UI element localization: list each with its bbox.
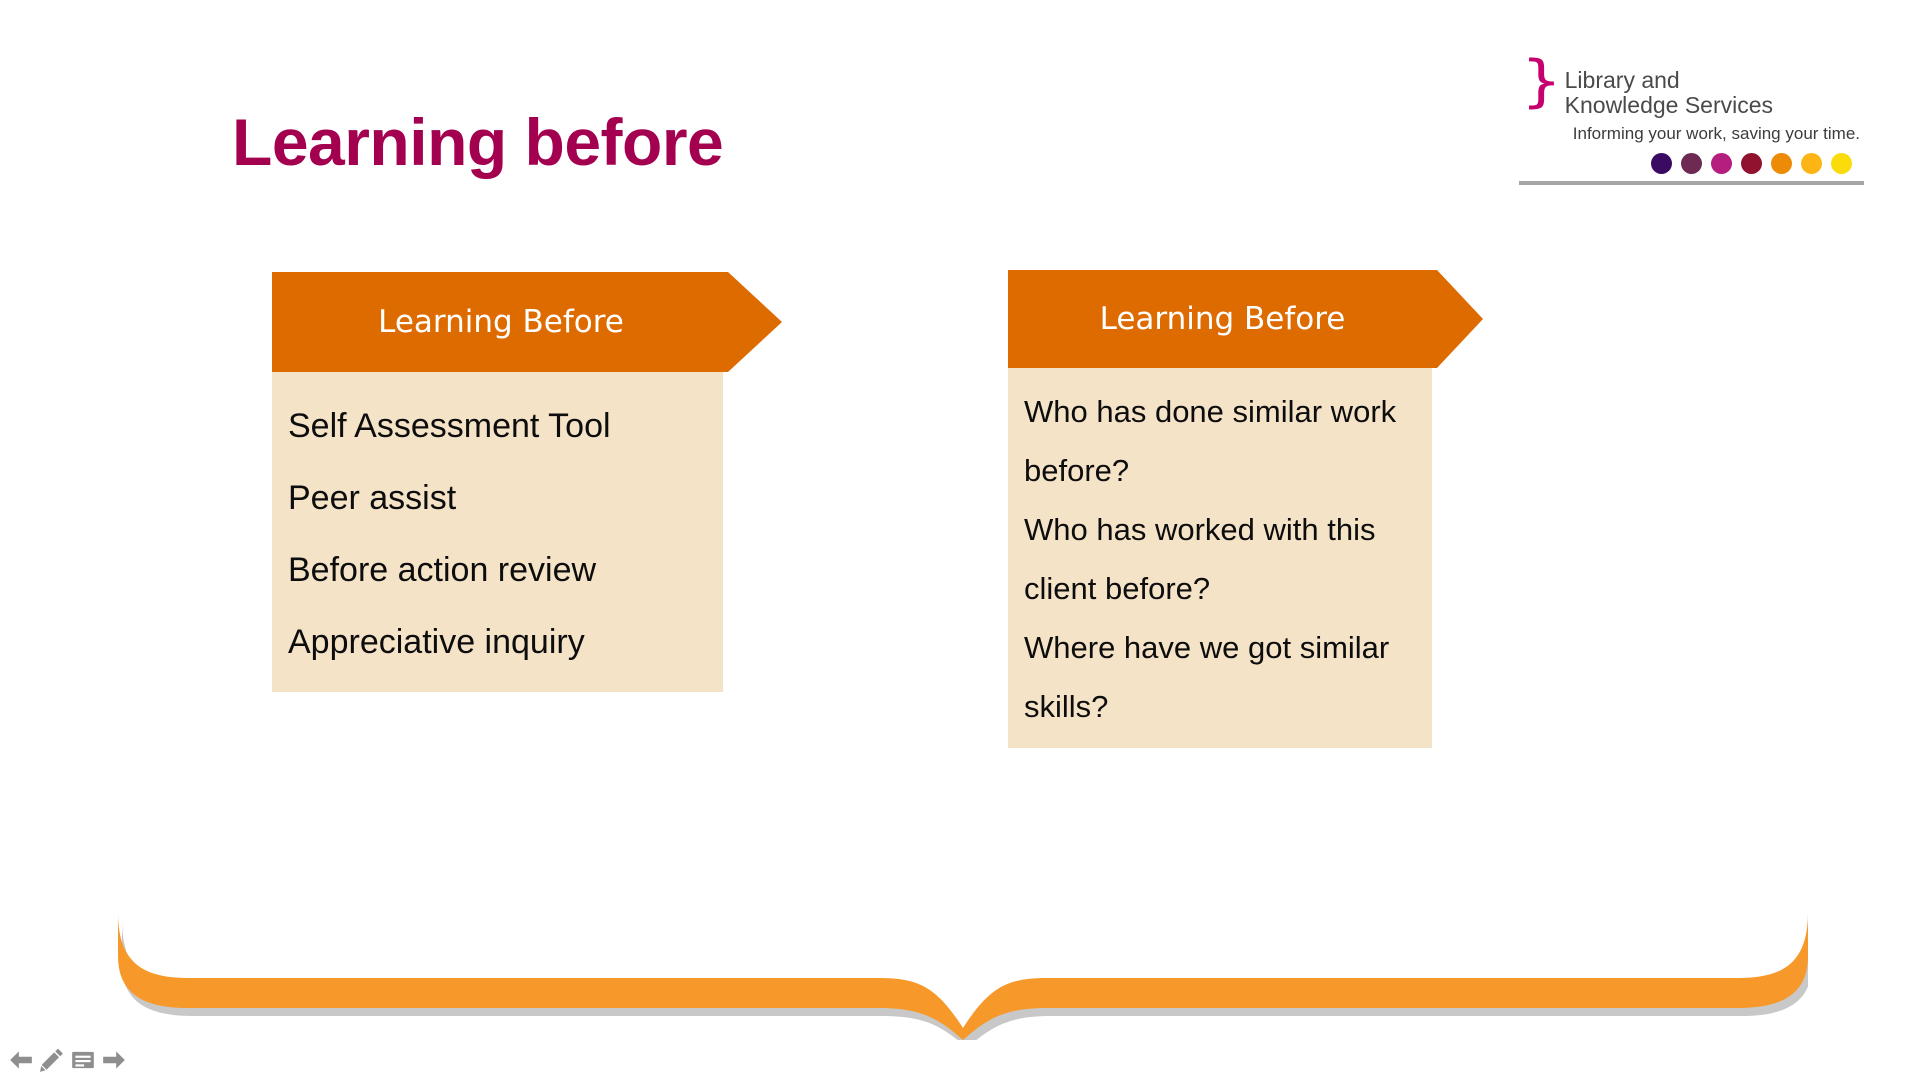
list-item: Who has worked with this (1024, 512, 1376, 547)
previous-slide-arrow-icon[interactable] (8, 1047, 34, 1073)
notes-icon[interactable] (70, 1047, 96, 1073)
decorative-banner (118, 912, 1812, 1048)
logo-tagline: Informing your work, saving your time. (1572, 124, 1860, 143)
logo-name-line-2: Knowledge Services (1564, 92, 1774, 118)
card-header-chevron: Learning Before (1008, 270, 1483, 368)
dot-plum (1681, 153, 1702, 174)
pencil-annotate-icon[interactable] (39, 1047, 65, 1073)
logo-divider-rule (1519, 181, 1864, 185)
list-item: Where have we got similar (1024, 630, 1390, 665)
page-title: Learning before (232, 105, 724, 179)
list-item: before? (1024, 453, 1130, 488)
dot-magenta (1711, 153, 1732, 174)
list-item: Who has done similar work (1024, 394, 1397, 429)
chevron-card-learning-before-questions: Learning Before Who has done similar wor… (1008, 270, 1483, 748)
list-item: client before? (1024, 571, 1211, 606)
card-body: Self Assessment Tool Peer assist Before … (272, 372, 723, 692)
logo-name-line-1: Library and (1564, 67, 1680, 93)
banner-shape (118, 912, 1812, 1048)
dot-dark-purple (1651, 153, 1672, 174)
logo-lockup: } Library and Knowledge Services (1519, 54, 1864, 118)
card-body: Who has done similar work before? Who ha… (1008, 368, 1432, 748)
card-header-chevron: Learning Before (272, 272, 782, 372)
logo-dot-row (1519, 153, 1864, 174)
card-header-label: Learning Before (378, 304, 624, 340)
organisation-logo: } Library and Knowledge Services Informi… (1519, 54, 1864, 185)
list-item: skills? (1024, 689, 1109, 724)
list-item: Peer assist (288, 479, 457, 517)
list-item: Self Assessment Tool (288, 407, 611, 445)
card-header-label: Learning Before (1099, 301, 1346, 337)
dot-amber (1801, 153, 1822, 174)
slide-navigation-toolbar (8, 1047, 127, 1073)
next-slide-arrow-icon[interactable] (101, 1047, 127, 1073)
list-item: Appreciative inquiry (288, 623, 585, 661)
brace-icon: } (1521, 49, 1562, 114)
list-item: Before action review (288, 551, 597, 589)
dot-yellow (1831, 153, 1852, 174)
logo-wordmark: Library and Knowledge Services (1565, 66, 1773, 118)
chevron-card-learning-before-methods: Learning Before Self Assessment Tool Pee… (272, 272, 782, 692)
dot-orange (1771, 153, 1792, 174)
dot-dark-red (1741, 153, 1762, 174)
